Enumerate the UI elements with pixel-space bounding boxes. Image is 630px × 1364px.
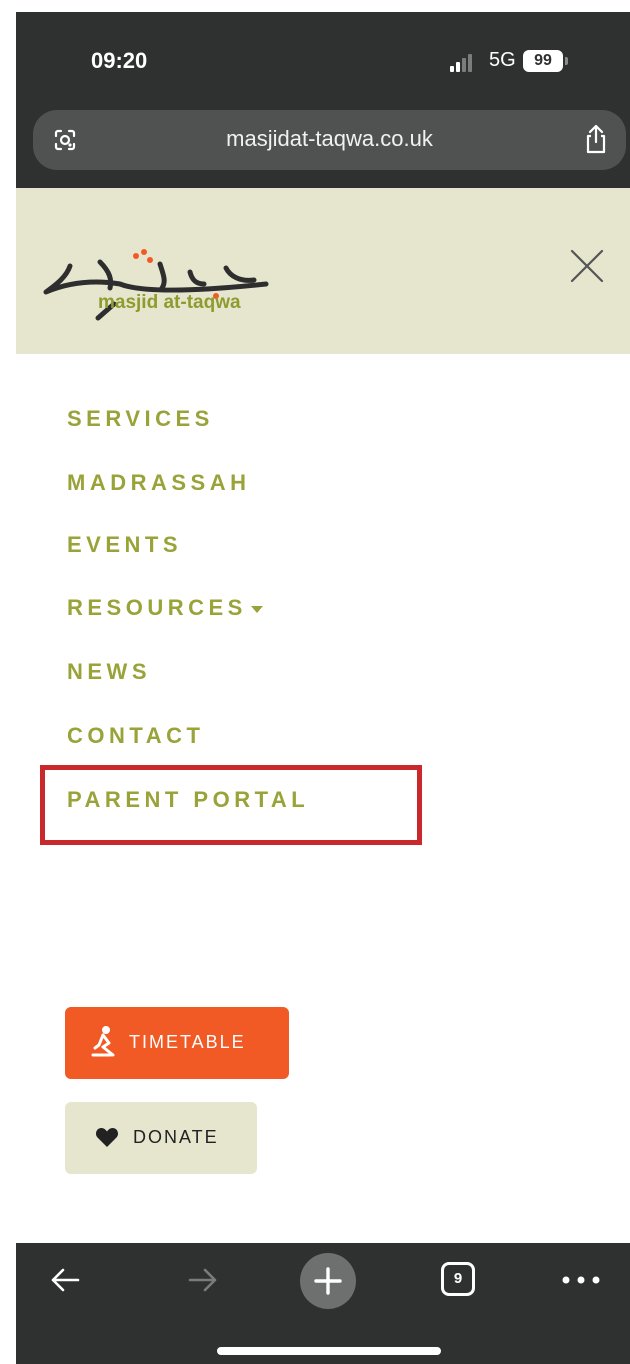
prayer-icon — [91, 1026, 115, 1057]
donate-label: DONATE — [133, 1127, 219, 1147]
logo-text: masjid at-taqwa — [98, 292, 241, 313]
back-arrow-icon[interactable] — [50, 1267, 80, 1293]
battery-tip — [565, 57, 568, 65]
nav-item-contact[interactable]: CONTACT — [67, 723, 204, 749]
nav-label: SERVICES — [67, 406, 214, 431]
site-header: masjid at-taqwa — [16, 188, 630, 354]
phone-screen: 09:20 5G 99 masjidat-taqwa.co.uk masjid … — [16, 12, 630, 1364]
site-logo[interactable]: masjid at-taqwa — [40, 232, 276, 322]
nav-item-madrassah[interactable]: MADRASSAH — [67, 470, 251, 496]
url-text[interactable]: masjidat-taqwa.co.uk — [33, 126, 626, 152]
tab-count-button[interactable]: 9 — [441, 1262, 475, 1296]
nav-item-resources[interactable]: RESOURCES — [67, 595, 263, 621]
share-icon[interactable] — [584, 124, 608, 154]
highlight-box — [40, 765, 422, 845]
nav-label: RESOURCES — [67, 595, 247, 620]
timetable-label: TIMETABLE — [129, 1032, 246, 1052]
nav-item-news[interactable]: NEWS — [67, 659, 151, 685]
more-icon[interactable] — [561, 1275, 601, 1285]
browser-top-bar: 09:20 5G 99 masjidat-taqwa.co.uk — [16, 12, 630, 188]
browser-bottom-bar: 9 — [16, 1243, 630, 1364]
nav-label: NEWS — [67, 659, 151, 684]
donate-button[interactable]: DONATE — [65, 1102, 257, 1174]
signal-icon — [450, 54, 476, 72]
status-time: 09:20 — [91, 48, 148, 73]
home-indicator — [217, 1347, 441, 1355]
new-tab-button[interactable] — [300, 1253, 356, 1309]
timetable-button[interactable]: TIMETABLE — [65, 1007, 289, 1079]
plus-icon — [314, 1267, 342, 1295]
nav-item-services[interactable]: SERVICES — [67, 406, 214, 432]
forward-arrow-icon[interactable] — [188, 1267, 218, 1293]
nav-item-events[interactable]: EVENTS — [67, 532, 182, 558]
close-icon[interactable] — [569, 248, 605, 284]
caret-down-icon — [250, 605, 263, 613]
heart-icon — [95, 1128, 119, 1147]
nav-label: EVENTS — [67, 532, 183, 557]
nav-label: MADRASSAH — [67, 470, 251, 495]
address-bar[interactable]: masjidat-taqwa.co.uk — [33, 110, 626, 170]
nav-label: CONTACT — [67, 723, 205, 748]
network-type: 5G — [489, 49, 516, 71]
battery-icon: 99 — [523, 50, 563, 72]
